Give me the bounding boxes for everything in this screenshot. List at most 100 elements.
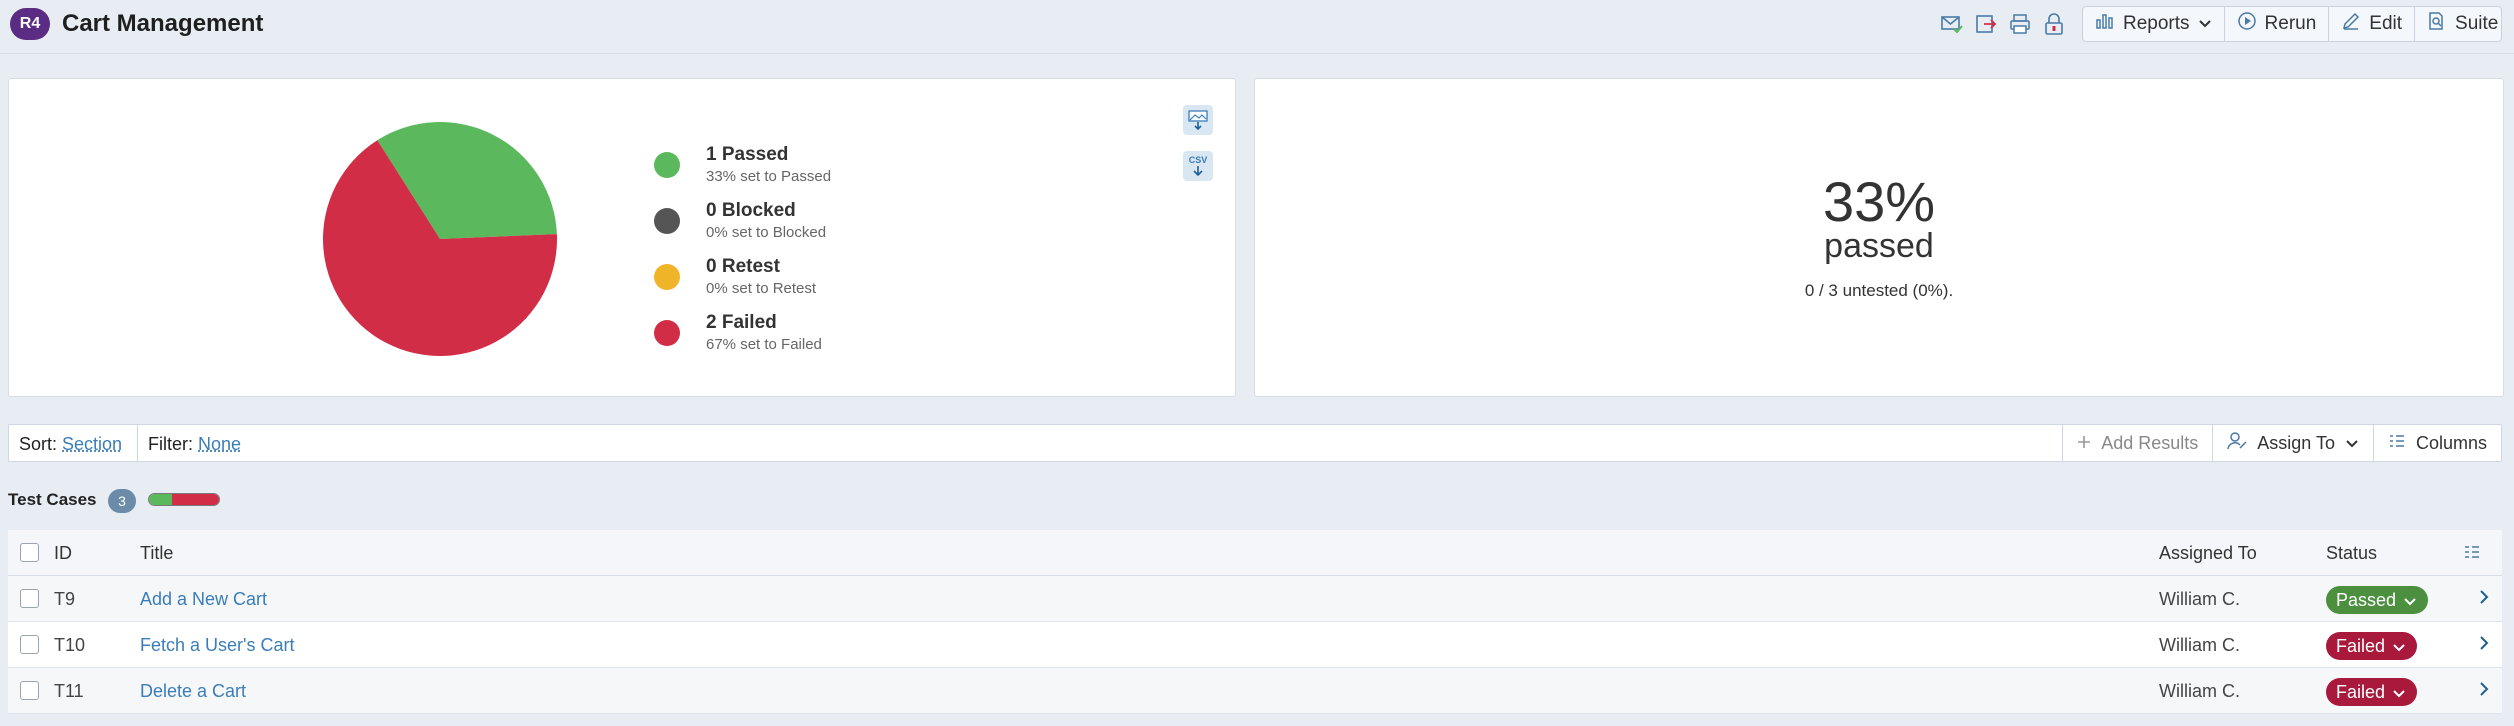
export-icon[interactable] [1973,11,1999,37]
case-title-link[interactable]: Fetch a User's Cart [140,635,294,656]
table-row[interactable]: T10 Fetch a User's Cart William C. Faile… [8,622,2502,668]
edit-label: Edit [2369,13,2403,34]
legend-sub: 33% set to Passed [706,168,832,185]
status-label: Passed [2336,589,2397,610]
status-label: Failed [2336,635,2386,656]
progress-failed [172,494,219,505]
user-assign-icon [2227,431,2247,456]
case-title-link[interactable]: Delete a Cart [140,681,246,702]
reports-label: Reports [2123,13,2190,34]
run-badge: R4 [10,8,50,40]
select-all-checkbox[interactable] [20,543,39,562]
passed-label: passed [1824,227,1934,265]
legend-label: 0 Blocked [706,200,796,221]
legend-sub: 0% set to Blocked [706,224,827,241]
divider [137,425,138,461]
sort-filter-bar: Sort: Section Filter: None Add Results A… [8,424,2502,462]
suite-label: Suite [2455,13,2499,34]
section-progress-bar [148,493,220,506]
chevron-down-icon [2198,13,2212,35]
chevron-down-icon [2404,590,2416,611]
pencil-icon [2341,11,2361,37]
passed-percent: 33% [1822,170,1936,233]
legend-sub: 0% set to Retest [706,280,817,297]
plus-icon [2077,433,2091,454]
test-cases-table: ID Title Assigned To Status T9 Add a New… [8,530,2502,714]
download-arrow-icon [1193,166,1203,177]
summary-panel: 33% passed 0 / 3 untested (0%). [1254,78,2504,397]
table-row[interactable]: T9 Add a New Cart William C. Passed [8,576,2502,622]
add-results-label: Add Results [2101,432,2199,453]
suite-button[interactable]: Suite [2415,7,2510,41]
assign-to-label: Assign To [2257,432,2335,453]
filter-value-link[interactable]: None [198,434,241,454]
page-title: Cart Management [62,10,264,37]
chart-icon [2095,12,2115,36]
failed-dot [654,320,680,346]
case-count-badge: 3 [108,489,136,513]
sort-value-link[interactable]: Section [62,434,122,454]
document-search-icon [2427,11,2447,37]
legend-label: 2 Failed [706,312,777,333]
assign-to-button[interactable]: Assign To [2212,425,2373,461]
chevron-right-icon[interactable] [2478,680,2490,703]
print-icon[interactable] [2007,11,2033,37]
section-title: Test Cases [8,490,97,509]
csv-label: CSV [1188,155,1208,165]
filter-label: Filter: [148,434,193,454]
legend-label: 0 Retest [706,256,780,277]
rerun-button[interactable]: Rerun [2225,7,2330,41]
table-header: ID Title Assigned To Status [8,530,2502,576]
chevron-down-icon [2345,433,2359,454]
chevron-right-icon[interactable] [2478,588,2490,611]
legend-sub: 67% set to Failed [706,336,822,353]
filter-control: Filter: None [148,434,241,455]
status-pie-chart [323,122,557,356]
envelope-check-icon[interactable] [1939,11,1965,37]
legend-label: 1 Passed [706,144,789,165]
edit-button[interactable]: Edit [2329,7,2416,41]
status-dropdown[interactable]: Passed [2326,586,2429,614]
col-title[interactable]: Title [140,543,173,564]
assigned-to: William C. [2159,681,2240,701]
assigned-to: William C. [2159,589,2240,609]
case-id: T11 [54,681,84,701]
export-image-icon[interactable] [1183,105,1213,135]
case-id: T10 [54,635,86,655]
reports-button[interactable]: Reports [2083,7,2225,41]
col-assigned[interactable]: Assigned To [2159,543,2257,564]
lock-icon[interactable] [2041,11,2067,37]
columns-label: Columns [2415,432,2487,453]
col-status[interactable]: Status [2326,543,2377,564]
col-id[interactable]: ID [54,543,72,564]
page-header: R4 Cart Management Reports Rerun Edit Su… [0,0,2514,54]
add-results-button[interactable]: Add Results [2062,425,2212,461]
header-toolbar: Reports Rerun Edit Suite [2082,6,2502,42]
play-circle-icon [2237,11,2257,37]
row-checkbox[interactable] [20,681,39,700]
chevron-down-icon [2393,636,2405,657]
progress-passed [149,494,173,505]
untested-summary: 0 / 3 untested (0%). [1804,281,1954,300]
filterbar-actions: Add Results Assign To Columns [2062,425,2501,461]
export-csv-button[interactable]: CSV [1183,151,1213,181]
rerun-label: Rerun [2264,13,2317,34]
blocked-dot [654,208,680,234]
chevron-down-icon [2393,682,2405,703]
status-dropdown[interactable]: Failed [2326,678,2418,706]
table-row[interactable]: T11 Delete a Cart William C. Failed [8,668,2502,714]
assigned-to: William C. [2159,635,2240,655]
case-title-link[interactable]: Add a New Cart [140,589,267,610]
case-id: T9 [54,589,76,609]
status-dropdown[interactable]: Failed [2326,632,2418,660]
columns-button[interactable]: Columns [2372,425,2501,461]
status-label: Failed [2336,681,2386,702]
passed-dot [654,152,680,178]
sort-control: Sort: Section [19,434,122,455]
chart-panel: 1 Passed 33% set to Passed 0 Blocked 0% … [8,78,1236,397]
column-settings-icon[interactable] [2463,543,2481,566]
row-checkbox[interactable] [20,635,39,654]
chevron-right-icon[interactable] [2478,634,2490,657]
row-checkbox[interactable] [20,589,39,608]
columns-icon [2388,433,2406,454]
